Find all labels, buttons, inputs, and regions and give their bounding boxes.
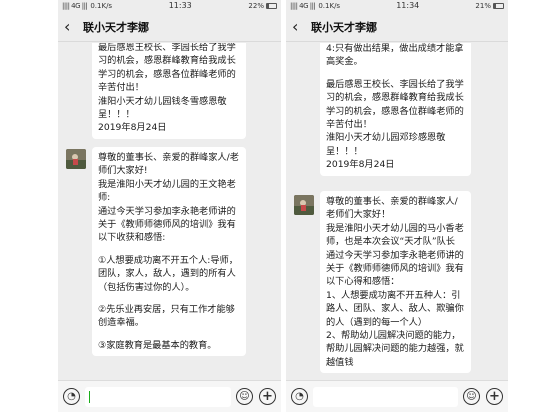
message-line: 2019年8月24日 <box>326 159 395 171</box>
message-spacer <box>98 294 240 303</box>
battery-icon <box>265 3 277 9</box>
avatar[interactable] <box>294 195 314 215</box>
message-spacer <box>98 330 240 339</box>
chat-title: 联小天才李娜 <box>311 20 377 34</box>
message-list[interactable]: 4:只有做出结果，做出成绩才能拿高奖金。 最后感恩王校长、李园长给了我学习的机会… <box>286 43 508 380</box>
plus-icon[interactable]: + <box>259 388 276 405</box>
chat-screen-right: |||| 4G ||| 0.1K/s 11:34 21% ‹ 联小天才李娜 4:… <box>286 0 508 412</box>
message-line: 4:只有做出结果，做出成绩才能拿高奖金。 <box>326 43 464 68</box>
message-line: 淮阳小天才幼儿园邓珍感恩敬呈！！！ <box>326 132 446 157</box>
message-line: 2019年8月24日 <box>98 122 167 134</box>
message-line: 通过今天学习参加李永艳老师讲的关于《教师师德师风的培训》我有以下心得和感悟： <box>326 249 464 288</box>
message-line: 最后感恩王校长、李园长给了我学习的机会，感恩群峰教育给我成长学习的机会，感恩各位… <box>98 43 236 94</box>
input-bar: ◔ ☺ + <box>286 380 508 412</box>
message-line: 2、帮助幼儿园解决问题的能力，帮助儿园解决问题的能力越强，就越值钱 <box>326 330 464 368</box>
message-bubble[interactable]: 尊敬的董事长、亲爱的群峰家人/老师们大家好! 我是淮阳小天才幼儿园的王文艳老师:… <box>92 147 246 357</box>
voice-icon[interactable]: ◔ <box>63 388 80 405</box>
chevron-left-icon[interactable]: ‹ <box>292 12 308 42</box>
message-input[interactable] <box>313 386 458 407</box>
emoji-icon[interactable]: ☺ <box>236 388 253 405</box>
message-bubble[interactable]: 尊敬的董事长、亲爱的群峰家人/老师们大家好！ 我是淮阳小天才幼儿园的马小香老师，… <box>320 191 471 374</box>
message-line: 我是淮阳小天才幼儿园的王文艳老师: <box>98 178 236 204</box>
message-line: ①人想要成功离不开五个人:导师，团队，家人，敌人，遇到的所有人（包括伤害过你的人… <box>98 254 238 293</box>
message-line: 1、人想要成功离不开五种人：引路人、团队、家人、敌人、欺骗你的人（遇到的每一个人… <box>326 289 464 328</box>
message-line: ②先乐业再安居，只有工作才能够创造幸福。 <box>98 304 235 329</box>
chat-title: 联小天才李娜 <box>83 20 149 34</box>
message-spacer <box>98 245 240 254</box>
message-input[interactable] <box>85 386 231 407</box>
avatar[interactable] <box>66 149 86 169</box>
avatar-image <box>294 195 314 215</box>
battery-percent: 21% <box>475 2 491 10</box>
input-bar: ◔ ☺ + <box>58 380 281 412</box>
message-line: ③家庭教育是最基本的教育。 <box>98 339 217 351</box>
network-speed: 0.1K/s <box>318 2 341 10</box>
signal-indicator: |||| 4G ||| <box>62 2 88 10</box>
message-line: 淮阳小天才幼儿园钱冬雪感恩敬呈！！！ <box>98 95 227 121</box>
status-bar: |||| 4G ||| 0.1K/s 11:33 22% <box>58 0 281 12</box>
message-line: 我是淮阳小天才幼儿园的马小香老师，也是本次会议“天才队”队长 <box>326 222 464 248</box>
voice-icon[interactable]: ◔ <box>291 388 308 405</box>
message-bubble[interactable]: 4:只有做出结果，做出成绩才能拿高奖金。 最后感恩王校长、李园长给了我学习的机会… <box>320 43 471 176</box>
text-caret <box>89 390 90 403</box>
status-bar: |||| 4G ||| 0.1K/s 11:34 21% <box>286 0 508 12</box>
signal-indicator: |||| 4G ||| <box>290 2 316 10</box>
status-time: 11:33 <box>168 1 192 10</box>
message-line: 最后感恩王校长、李园长给了我学习的机会，感恩群峰教育给我成长学习的机会，感恩各位… <box>326 78 464 131</box>
chevron-left-icon[interactable]: ‹ <box>64 12 80 42</box>
avatar-image <box>66 149 86 169</box>
emoji-icon[interactable]: ☺ <box>463 388 480 405</box>
chat-screen-left: |||| 4G ||| 0.1K/s 11:33 22% ‹ 联小天才李娜 最后… <box>58 0 281 412</box>
message-line: 通过今天学习参加李永艳老师讲的关于《教师师德师风的培训》我有以下收获和感悟: <box>98 205 236 244</box>
status-time: 11:34 <box>396 1 420 10</box>
message-line: 尊敬的董事长、亲爱的群峰家人/老师们大家好！ <box>326 196 458 221</box>
battery-icon <box>492 3 504 9</box>
message-spacer <box>326 69 465 78</box>
chat-header: ‹ 联小天才李娜 <box>286 12 508 42</box>
message-line: 尊敬的董事长、亲爱的群峰家人/老师们大家好! <box>98 152 239 177</box>
message-bubble[interactable]: 最后感恩王校长、李园长给了我学习的机会，感恩群峰教育给我成长学习的机会，感恩各位… <box>92 43 246 139</box>
battery-percent: 22% <box>248 2 264 10</box>
network-speed: 0.1K/s <box>90 2 113 10</box>
plus-icon[interactable]: + <box>486 388 503 405</box>
chat-header: ‹ 联小天才李娜 <box>58 12 281 42</box>
message-list[interactable]: 最后感恩王校长、李园长给了我学习的机会，感恩群峰教育给我成长学习的机会，感恩各位… <box>58 43 281 380</box>
